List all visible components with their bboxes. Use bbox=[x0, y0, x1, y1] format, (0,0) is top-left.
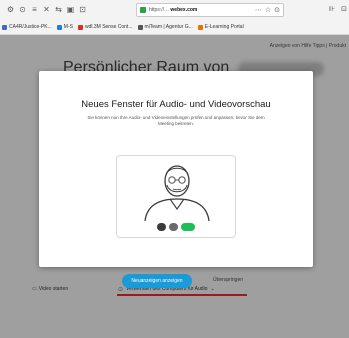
mute-button bbox=[157, 223, 166, 231]
bookmark-item[interactable]: miTeam | Agentur G... bbox=[137, 24, 193, 30]
bookmark-favicon-icon bbox=[77, 24, 83, 30]
bookmarks-bar: CA4R/Justice-PK... M-S wdl.3M Sense Cont… bbox=[0, 20, 349, 35]
nav-icons: ⚙ ⊙ ≡ ✕ ⇆ ▣ ⊡ bbox=[6, 6, 87, 15]
pocket-icon[interactable]: ⊙ bbox=[274, 6, 280, 14]
bookmark-item[interactable]: E-Learning Portal bbox=[197, 24, 244, 30]
dialog-description: Sie können nun Ihre Audio- und Videoeins… bbox=[87, 115, 265, 126]
bookmark-item[interactable]: CA4R/Justice-PK... bbox=[2, 24, 52, 30]
dialog-title: Neues Fenster für Audio- und Videovorsch… bbox=[81, 99, 271, 110]
settings-icon[interactable]: ⚙ bbox=[6, 6, 15, 15]
url-host: webex.com bbox=[170, 7, 198, 13]
lock-icon bbox=[140, 7, 146, 13]
join-indicator bbox=[181, 223, 195, 231]
sync-icon[interactable]: ⇆ bbox=[54, 6, 63, 15]
record-icon[interactable]: ⊙ bbox=[18, 6, 27, 15]
address-bar[interactable]: https://… webex.com ⋯ ☆ ⊙ bbox=[136, 3, 284, 17]
toolbar-right: ⊪ ⊡ bbox=[329, 5, 347, 13]
sidebar-icon[interactable]: ⊡ bbox=[341, 5, 347, 13]
bookmark-favicon-icon bbox=[197, 24, 203, 30]
bookmark-favicon-icon bbox=[56, 24, 62, 30]
bookmark-favicon-icon bbox=[2, 24, 7, 30]
skip-button[interactable]: Überspringen bbox=[213, 277, 243, 283]
user-avatar-icon bbox=[144, 165, 210, 221]
bookmark-item[interactable]: wdl.3M Sense Cont... bbox=[77, 24, 133, 30]
video-toggle-button bbox=[169, 223, 178, 231]
url-text[interactable]: https://… webex.com bbox=[149, 7, 252, 13]
av-preview-dialog: Neues Fenster für Audio- und Videovorsch… bbox=[39, 71, 313, 288]
bookmark-label: CA4R/Justice-PK... bbox=[9, 24, 52, 30]
window-icon[interactable]: ▣ bbox=[66, 6, 75, 15]
library-icon[interactable]: ⊪ bbox=[329, 5, 335, 13]
url-actions: ⋯ ☆ ⊙ bbox=[255, 6, 280, 14]
show-new-window-button[interactable]: Neuanzeigen anzeigen bbox=[122, 274, 192, 288]
bookmark-label: M-S bbox=[63, 24, 73, 30]
bookmark-item[interactable]: M-S bbox=[56, 24, 73, 30]
bookmark-label: E-Learning Portal bbox=[204, 24, 244, 30]
bookmark-label: miTeam | Agentur G... bbox=[144, 24, 193, 30]
tab-icon[interactable]: ⊡ bbox=[78, 6, 87, 15]
more-icon[interactable]: ⋯ bbox=[255, 6, 262, 14]
url-path: https://… bbox=[149, 7, 170, 13]
bookmark-label: wdl.3M Sense Cont... bbox=[84, 24, 133, 30]
preview-illustration bbox=[116, 155, 236, 238]
browser-toolbar: ⚙ ⊙ ≡ ✕ ⇆ ▣ ⊡ https://… webex.com ⋯ ☆ ⊙ … bbox=[0, 0, 349, 20]
menu-icon[interactable]: ≡ bbox=[30, 6, 39, 15]
bookmark-favicon-icon bbox=[137, 24, 143, 30]
close-icon[interactable]: ✕ bbox=[42, 6, 51, 15]
bookmark-star-icon[interactable]: ☆ bbox=[265, 6, 271, 14]
